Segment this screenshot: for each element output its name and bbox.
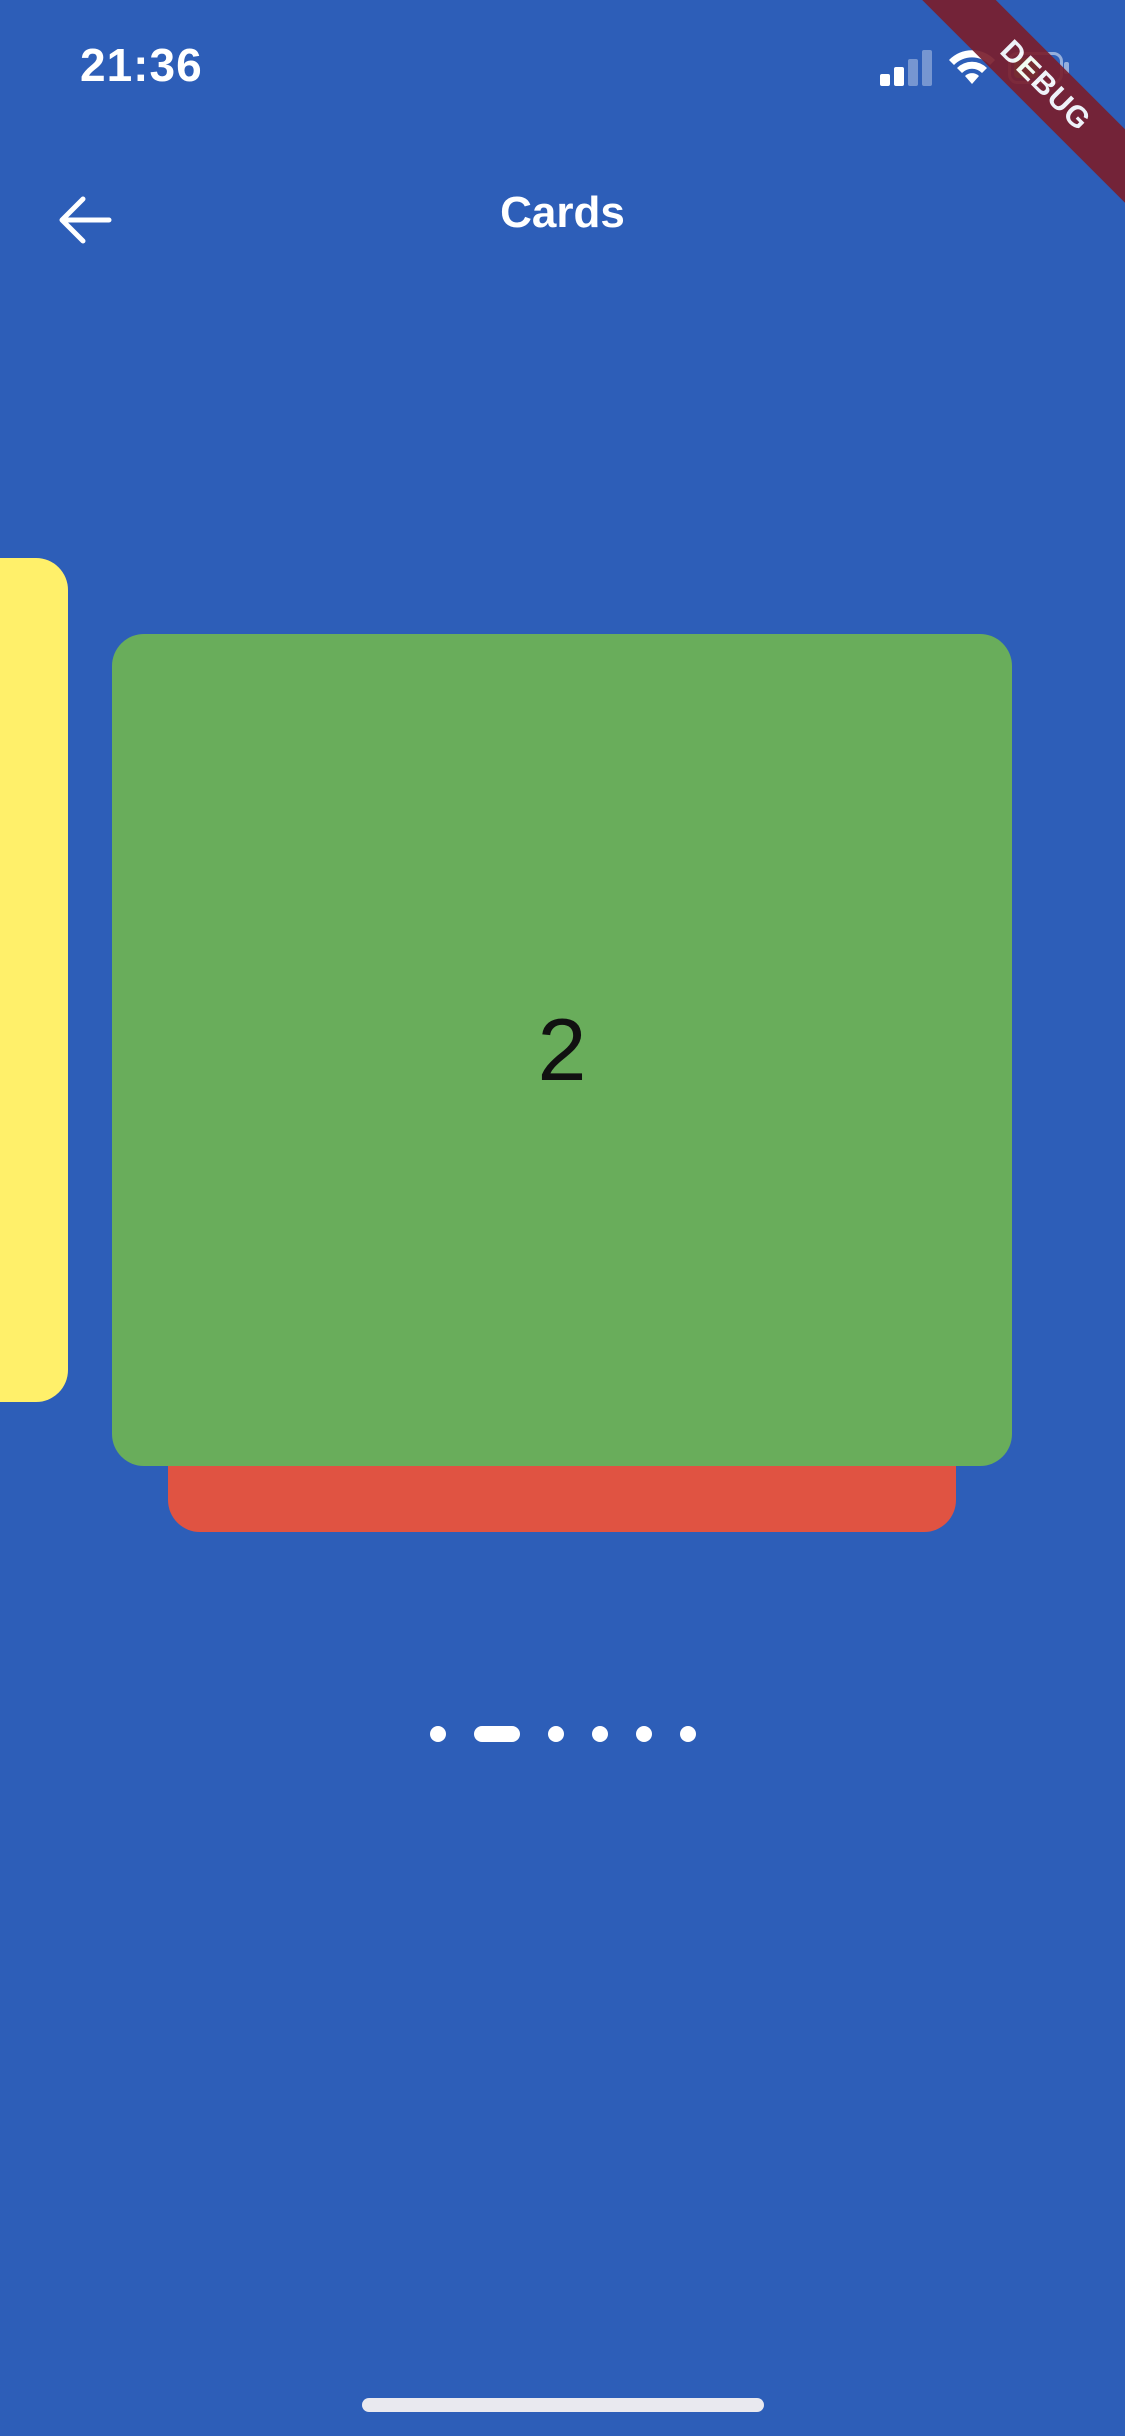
screen: 21:36 DEBUG Cards 2	[0, 0, 1125, 2436]
page-dot[interactable]	[679, 1726, 696, 1742]
home-indicator[interactable]	[362, 2398, 764, 2412]
status-time: 21:36	[80, 39, 203, 91]
page-title: Cards	[500, 188, 625, 237]
card-number: 2	[537, 1000, 587, 1099]
page-dot[interactable]	[547, 1726, 564, 1742]
signal-icon	[880, 50, 932, 86]
page-dot[interactable]	[429, 1726, 446, 1742]
page-indicator	[0, 1725, 1125, 1743]
debug-banner: DEBUG	[913, 0, 1125, 218]
page-dot[interactable]	[591, 1726, 608, 1742]
current-card[interactable]: 2	[112, 634, 1012, 1466]
page-dot[interactable]	[635, 1726, 652, 1742]
page-dot-active[interactable]	[473, 1726, 520, 1742]
previous-card[interactable]	[0, 558, 68, 1402]
